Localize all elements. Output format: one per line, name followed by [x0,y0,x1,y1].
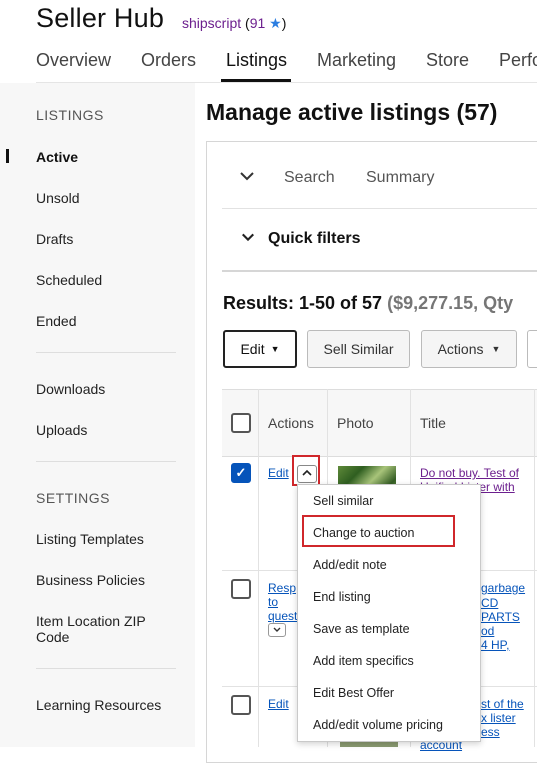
sidebar-item-downloads[interactable]: Downloads [36,381,105,397]
sidebar-item-uploads[interactable]: Uploads [36,422,87,438]
edit-button-label: Edit [240,341,265,357]
column-header-title[interactable]: Title [420,415,446,431]
more-button[interactable] [527,330,537,368]
tab-store[interactable]: Store [426,50,469,71]
sidebar-active-indicator [6,149,9,163]
feedback-close: ) [281,15,287,31]
sidebar-heading-settings: SETTINGS [36,490,111,506]
caret-down-icon: ▼ [491,344,501,354]
tab-search[interactable]: Search [284,169,335,187]
sidebar-divider [36,461,176,462]
row-respond-link-cont[interactable]: quest [268,609,297,624]
sidebar [0,83,195,747]
tab-orders[interactable]: Orders [141,50,196,71]
panel-divider [222,270,537,272]
row-respond-link-cont[interactable]: to [268,595,278,610]
sidebar-item-active[interactable]: Active [36,149,78,165]
sidebar-item-learning-resources[interactable]: Learning Resources [36,697,161,713]
chevron-down-icon[interactable] [268,623,286,637]
sidebar-item-business-policies[interactable]: Business Policies [36,572,145,588]
caret-down-icon: ▼ [270,344,280,354]
actions-button[interactable]: Actions ▼ [421,330,517,368]
chevron-down-icon[interactable] [241,230,255,248]
item-title-link[interactable]: st of the [481,697,524,712]
sidebar-divider [36,352,176,353]
column-divider [534,389,535,747]
username[interactable]: shipscript [182,15,241,31]
tab-summary[interactable]: Summary [366,169,434,187]
sidebar-item-ended[interactable]: Ended [36,313,76,329]
sidebar-item-item-location-zip-cont[interactable]: Code [36,629,69,645]
tab-overview[interactable]: Overview [36,50,111,71]
item-title-link-cont[interactable]: PARTS [481,610,520,625]
tab-listings[interactable]: Listings [226,50,287,71]
results-summary: Results: 1-50 of 57 ($9,277.15, Qty [223,293,513,314]
row-checkbox[interactable] [231,695,251,715]
sidebar-item-unsold[interactable]: Unsold [36,190,80,206]
menu-item-end-listing[interactable]: End listing [313,590,371,604]
page-title: Manage active listings (57) [206,99,498,125]
menu-item-sell-similar[interactable]: Sell similar [313,494,373,508]
menu-item-add-item-specifics[interactable]: Add item specifics [313,654,414,668]
row-edit-link[interactable]: Edit [268,466,289,481]
annotation-highlight-box [302,515,455,547]
edit-button[interactable]: Edit ▼ [223,330,297,368]
item-title-link[interactable]: garbage [481,581,525,596]
sidebar-divider [36,668,176,669]
item-title-link-cont[interactable]: ess [481,725,500,740]
sidebar-item-drafts[interactable]: Drafts [36,231,73,247]
row-checkbox[interactable] [231,579,251,599]
check-icon: ✓ [235,465,247,480]
menu-item-edit-best-offer[interactable]: Edit Best Offer [313,686,394,700]
quick-filters-toggle[interactable]: Quick filters [268,230,360,248]
feedback-score[interactable]: 91 [250,15,266,31]
results-totals: ($9,277.15, Qty [387,293,514,313]
column-header-photo[interactable]: Photo [337,415,374,431]
sidebar-item-scheduled[interactable]: Scheduled [36,272,102,288]
menu-item-save-as-template[interactable]: Save as template [313,622,410,636]
menu-item-volume-pricing[interactable]: Add/edit volume pricing [313,718,443,732]
row-checkbox[interactable]: ✓ [231,463,251,483]
sidebar-item-item-location-zip[interactable]: Item Location ZIP [36,613,146,629]
column-divider [258,389,259,747]
tab-marketing[interactable]: Marketing [317,50,396,71]
item-title-link-cont[interactable]: x lister [481,711,516,726]
menu-item-add-edit-note[interactable]: Add/edit note [313,558,387,572]
item-title-link-cont[interactable]: CD [481,596,498,611]
sell-similar-button[interactable]: Sell Similar [307,330,410,368]
actions-button-label: Actions [437,341,484,357]
panel-divider [222,208,537,209]
results-count: Results: 1-50 of 57 [223,293,383,313]
row-edit-link[interactable]: Edit [268,697,289,712]
item-title-link[interactable]: Do not buy. Test of [420,466,519,481]
chevron-down-icon[interactable] [239,168,255,188]
annotation-highlight-box [292,455,320,486]
row-respond-link[interactable]: Resp [268,581,296,596]
column-header-actions[interactable]: Actions [268,415,314,431]
star-icon: ★ [269,15,282,31]
user-info[interactable]: shipscript (91 ★) [182,15,286,32]
sidebar-heading-listings: LISTINGS [36,107,104,123]
tab-performance[interactable]: Perfo [499,50,537,71]
item-title-link-cont[interactable]: 4 HP, [481,638,509,653]
brand-title: Seller Hub [36,3,165,33]
select-all-checkbox[interactable] [231,413,251,433]
sidebar-item-listing-templates[interactable]: Listing Templates [36,531,144,547]
item-title-link-cont[interactable]: od [481,624,494,639]
